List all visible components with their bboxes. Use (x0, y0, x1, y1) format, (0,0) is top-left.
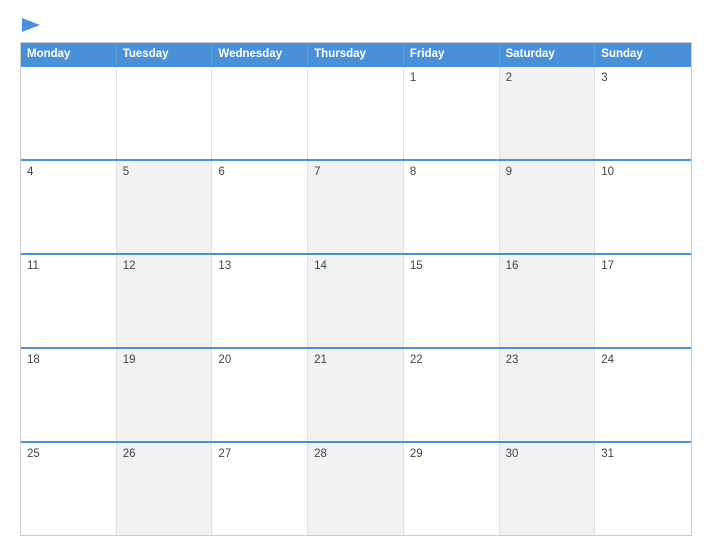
calendar-cell: 16 (500, 255, 596, 347)
day-number: 12 (123, 260, 136, 272)
calendar-week: 11 12 13 14 15 16 17 (21, 253, 691, 347)
calendar-cell: 30 (500, 443, 596, 535)
day-number: 25 (27, 448, 40, 460)
calendar-header: MondayTuesdayWednesdayThursdayFridaySatu… (21, 43, 691, 65)
day-number: 3 (601, 72, 607, 84)
day-number: 1 (410, 72, 416, 84)
calendar-header-cell: Thursday (308, 43, 404, 65)
calendar-cell: 13 (212, 255, 308, 347)
calendar-cell: 22 (404, 349, 500, 441)
day-number: 18 (27, 354, 40, 366)
calendar-body: 1234567891011121314151617181920212223242… (21, 65, 691, 535)
calendar-week: 18 19 20 21 22 23 24 (21, 347, 691, 441)
logo-flag-icon (22, 18, 40, 32)
day-number: 28 (314, 448, 327, 460)
day-number: 16 (506, 260, 519, 272)
calendar-cell: 23 (500, 349, 596, 441)
calendar-cell: 2 (500, 67, 596, 159)
day-number: 5 (123, 166, 129, 178)
logo (20, 18, 40, 32)
calendar-page: MondayTuesdayWednesdayThursdayFridaySatu… (0, 0, 712, 550)
calendar-cell: 7 (308, 161, 404, 253)
day-number: 6 (218, 166, 224, 178)
day-number: 23 (506, 354, 519, 366)
calendar-cell: 31 (595, 443, 691, 535)
day-number: 21 (314, 354, 327, 366)
calendar-cell: 29 (404, 443, 500, 535)
day-number: 4 (27, 166, 33, 178)
day-number: 9 (506, 166, 512, 178)
calendar-cell: 27 (212, 443, 308, 535)
calendar-header-cell: Friday (404, 43, 500, 65)
calendar-cell: 28 (308, 443, 404, 535)
calendar-cell (308, 67, 404, 159)
day-number: 19 (123, 354, 136, 366)
day-number: 17 (601, 260, 614, 272)
calendar-header-cell: Wednesday (212, 43, 308, 65)
day-number: 2 (506, 72, 512, 84)
day-number: 22 (410, 354, 423, 366)
day-number: 30 (506, 448, 519, 460)
calendar-cell: 18 (21, 349, 117, 441)
calendar-header-cell: Sunday (595, 43, 691, 65)
calendar-cell: 19 (117, 349, 213, 441)
calendar-cell: 3 (595, 67, 691, 159)
day-number: 14 (314, 260, 327, 272)
calendar-header-cell: Monday (21, 43, 117, 65)
calendar-cell: 4 (21, 161, 117, 253)
day-number: 29 (410, 448, 423, 460)
calendar-cell: 8 (404, 161, 500, 253)
calendar-header-cell: Tuesday (117, 43, 213, 65)
calendar-cell: 20 (212, 349, 308, 441)
calendar-header-cell: Saturday (500, 43, 596, 65)
calendar-cell (117, 67, 213, 159)
day-number: 15 (410, 260, 423, 272)
calendar-cell (212, 67, 308, 159)
calendar-cell: 21 (308, 349, 404, 441)
calendar-week: 4 5 6 7 8 9 10 (21, 159, 691, 253)
calendar-cell: 14 (308, 255, 404, 347)
calendar-cell: 11 (21, 255, 117, 347)
calendar-cell: 12 (117, 255, 213, 347)
calendar-cell: 10 (595, 161, 691, 253)
calendar-cell: 15 (404, 255, 500, 347)
calendar: MondayTuesdayWednesdayThursdayFridaySatu… (20, 42, 692, 536)
header (20, 18, 692, 32)
calendar-cell: 17 (595, 255, 691, 347)
calendar-cell: 9 (500, 161, 596, 253)
calendar-week: 25 26 27 28 29 30 31 (21, 441, 691, 535)
calendar-cell: 1 (404, 67, 500, 159)
day-number: 26 (123, 448, 136, 460)
calendar-cell: 5 (117, 161, 213, 253)
calendar-cell: 26 (117, 443, 213, 535)
day-number: 24 (601, 354, 614, 366)
calendar-week: 1 2 3 (21, 65, 691, 159)
calendar-cell: 24 (595, 349, 691, 441)
day-number: 8 (410, 166, 416, 178)
day-number: 10 (601, 166, 614, 178)
day-number: 7 (314, 166, 320, 178)
calendar-cell: 6 (212, 161, 308, 253)
day-number: 13 (218, 260, 231, 272)
day-number: 31 (601, 448, 614, 460)
day-number: 27 (218, 448, 231, 460)
calendar-cell: 25 (21, 443, 117, 535)
day-number: 11 (27, 260, 39, 272)
calendar-cell (21, 67, 117, 159)
day-number: 20 (218, 354, 231, 366)
